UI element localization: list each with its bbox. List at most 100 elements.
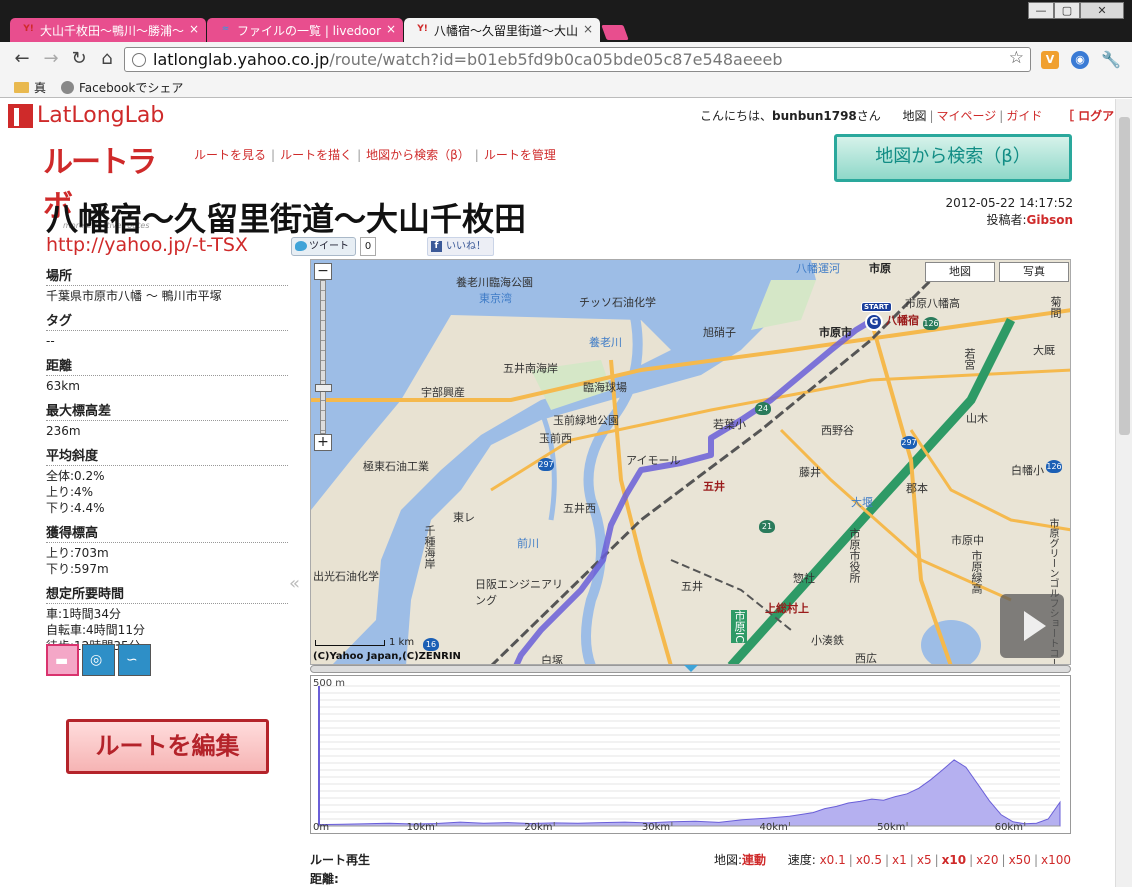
nav-view-routes[interactable]: ルートを見る: [194, 148, 266, 162]
latlonglab-logo[interactable]: LatLongLab: [8, 103, 164, 128]
speed-option[interactable]: x20: [976, 853, 998, 867]
info-label: 想定所要時間: [46, 580, 288, 604]
extension-eye-icon[interactable]: ◉: [1071, 51, 1089, 69]
scrollbar-thumb[interactable]: [1119, 117, 1130, 435]
facebook-like-button[interactable]: f いいね！: [427, 237, 494, 256]
edit-route-button[interactable]: ルートを編集: [66, 719, 269, 774]
tab-strip: Y! 大山千枚田〜鴨川〜勝浦〜 × ≈ ファイルの一覧 | livedoor × Y! 八幡宿…: [10, 18, 629, 43]
nav-guide-link[interactable]: ガイド: [1006, 109, 1042, 123]
new-tab-button[interactable]: [601, 25, 629, 40]
bookmark-facebook-share[interactable]: Facebookでシェア: [61, 79, 183, 96]
speed-option[interactable]: x100: [1041, 853, 1071, 867]
map-label: 山木: [966, 412, 988, 425]
map-label: 日阪エンジニアリング: [475, 578, 563, 607]
close-tab-icon[interactable]: ×: [189, 22, 199, 36]
browser-tab[interactable]: Y! 八幡宿〜久留里街道〜大山 ×: [404, 18, 600, 43]
speed-label: 速度:: [787, 853, 816, 867]
nav-manage-routes[interactable]: ルートを管理: [484, 148, 556, 162]
speed-option[interactable]: x0.5: [856, 853, 882, 867]
close-window-button[interactable]: ✕: [1080, 2, 1124, 19]
browser-toolbar: ← → ↻ ⌂ latlonglab.yahoo.co.jp/route/wat…: [0, 42, 1132, 77]
map-label: 市原市役所: [848, 528, 861, 583]
map-sync-mode[interactable]: 連動: [742, 853, 766, 867]
speed-option[interactable]: x10: [942, 853, 966, 867]
play-route-button[interactable]: [1000, 594, 1064, 658]
wrench-icon[interactable]: 🔧: [1101, 51, 1121, 69]
nav-draw-route[interactable]: ルートを描く: [280, 148, 352, 162]
route-datetime: 2012-05-22 14:17:52: [945, 196, 1073, 210]
info-value-line: 上り:703m: [46, 546, 109, 560]
username: bunbun1798: [772, 109, 857, 123]
elevation-profile[interactable]: 500 m 0m 10km 20km 30km 40km 50km 60km: [310, 675, 1071, 834]
mode-car-button[interactable]: ▬: [46, 644, 79, 676]
mode-bike-button[interactable]: ◎: [82, 644, 115, 676]
bookmarks-bar: 真 Facebookでシェア: [0, 77, 1132, 98]
reload-icon[interactable]: ↻: [69, 49, 89, 69]
zoom-slider-handle[interactable]: [315, 384, 332, 392]
map-label: 若宮: [963, 348, 976, 370]
home-icon[interactable]: ⌂: [97, 49, 117, 69]
browser-tab[interactable]: Y! 大山千枚田〜鴨川〜勝浦〜 ×: [10, 18, 206, 42]
browser-tab[interactable]: ≈ ファイルの一覧 | livedoor ×: [207, 18, 403, 42]
address-bar[interactable]: latlonglab.yahoo.co.jp/route/watch?id=b0…: [124, 47, 1031, 72]
collapse-sidebar-icon[interactable]: «: [289, 573, 300, 594]
map-label: 上総村上: [765, 602, 809, 615]
bookmark-folder[interactable]: 真: [14, 79, 46, 96]
speed-option[interactable]: x1: [892, 853, 907, 867]
elevation-x-label: 30km: [641, 822, 671, 833]
greeting-suffix: さん: [856, 109, 881, 123]
info-value-line: 下り:597m: [46, 562, 109, 576]
zoom-control: − +: [314, 263, 333, 451]
route-map[interactable]: 東京湾 養老川臨海公園 チッソ石油化学 旭硝子 市原市 八幡宿 市原八幡高 養老…: [310, 259, 1071, 665]
road-number-badge: 297: [538, 458, 554, 471]
forward-arrow-icon[interactable]: →: [41, 49, 61, 69]
routelab-logo[interactable]: ルートラボ more effective routes: [43, 137, 168, 230]
extension-v-icon[interactable]: V: [1041, 51, 1059, 69]
mode-walk-button[interactable]: ∽: [118, 644, 151, 676]
map-label: 市原八幡高: [905, 297, 960, 310]
map-label: 宇部興産: [421, 386, 465, 399]
close-tab-icon[interactable]: ×: [386, 22, 396, 36]
map-label: 惣社: [793, 572, 815, 585]
page-scrollbar[interactable]: [1115, 99, 1132, 887]
bookmark-label: 真: [34, 81, 47, 95]
zoom-out-button[interactable]: −: [314, 263, 332, 280]
position-marker-icon[interactable]: [684, 665, 698, 672]
road-number-badge: 16: [423, 638, 439, 651]
tweet-button[interactable]: ツイート: [291, 237, 356, 256]
info-label: 距離: [46, 352, 288, 376]
maximize-button[interactable]: ▢: [1054, 2, 1080, 19]
speed-option[interactable]: x0.1: [820, 853, 846, 867]
info-value-line: 上り:4%: [46, 485, 94, 499]
elevation-canvas: [318, 685, 1061, 827]
user-nav: こんにちは、bunbun1798さん 地図|マイページ|ガイド ［ ログアウト …: [700, 107, 1115, 124]
back-arrow-icon[interactable]: ←: [12, 49, 32, 69]
logo-mark-icon: [8, 103, 33, 128]
bookmark-star-icon[interactable]: ☆: [1009, 47, 1024, 70]
zoom-in-button[interactable]: +: [314, 434, 332, 451]
start-marker[interactable]: START G: [861, 302, 892, 331]
map-type-photo-button[interactable]: 写真: [999, 262, 1069, 282]
favicon-icon: ≈: [221, 24, 230, 34]
nav-map-link[interactable]: 地図: [902, 109, 926, 123]
elevation-y-max-label: 500 m: [313, 678, 346, 689]
zoom-slider[interactable]: [314, 280, 332, 434]
nav-search-map[interactable]: 地図から検索（β）: [366, 148, 470, 162]
nav-mypage-link[interactable]: マイページ: [937, 109, 997, 123]
logout-link[interactable]: ［ ログアウト ］: [1062, 109, 1115, 123]
info-label: 平均斜度: [46, 442, 288, 466]
info-label: 場所: [46, 262, 288, 286]
url-host: latlonglab.yahoo.co.jp: [153, 50, 330, 69]
speed-option[interactable]: x5: [917, 853, 932, 867]
map-label: 千種海岸: [423, 525, 436, 569]
minimize-button[interactable]: —: [1028, 2, 1054, 19]
map-type-map-button[interactable]: 地図: [925, 262, 995, 282]
folder-icon: [14, 82, 29, 93]
info-value: 上り:703m 下り:597m: [46, 543, 288, 580]
close-tab-icon[interactable]: ×: [583, 22, 593, 36]
short-url-link[interactable]: http://yahoo.jp/-t-TSX: [46, 234, 248, 256]
poster-link[interactable]: Gibson: [1027, 213, 1073, 227]
speed-option[interactable]: x50: [1009, 853, 1031, 867]
map-search-button[interactable]: 地図から検索（β）: [834, 134, 1072, 182]
poster-label: 投稿者:: [986, 213, 1027, 227]
